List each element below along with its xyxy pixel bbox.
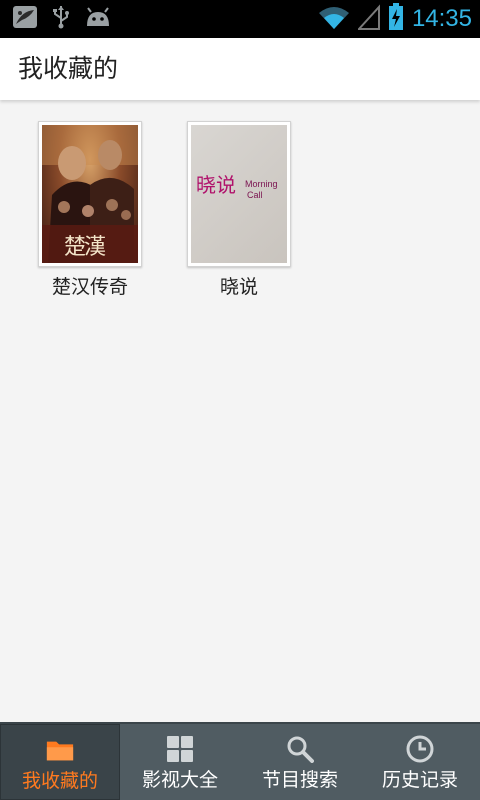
bottom-nav: 我收藏的 影视大全 节目搜索 历史记录 <box>0 722 480 800</box>
chuhan-poster: 楚漢 <box>42 125 138 263</box>
battery-charging-icon <box>388 3 404 35</box>
poster-subtitle: Morning <box>245 179 278 189</box>
favorite-item-chuhan[interactable]: 楚漢 楚汉传奇 <box>30 121 150 299</box>
tab-history[interactable]: 历史记录 <box>360 724 480 800</box>
clock: 14:35 <box>411 5 472 32</box>
screen: 14:35 我收藏的 楚漢 楚汉传奇 晓说 Morning Call 晓说 我收… <box>0 0 480 800</box>
poster-title: 楚漢 <box>64 235 106 260</box>
signal-icon <box>356 4 380 34</box>
status-bar: 14:35 <box>0 0 480 38</box>
favorite-title: 楚汉传奇 <box>51 276 128 298</box>
tab-label: 节目搜索 <box>261 769 338 791</box>
clock-icon <box>405 734 435 764</box>
poster-subtitle: Call <box>247 190 263 200</box>
tab-label: 历史记录 <box>381 769 458 791</box>
favorites-grid: 楚漢 楚汉传奇 晓说 Morning Call 晓说 <box>0 100 480 722</box>
poster-title: 晓说 <box>196 173 236 197</box>
tab-catalog[interactable]: 影视大全 <box>120 724 240 800</box>
tab-favorites[interactable]: 我收藏的 <box>0 724 120 800</box>
status-bar-system: 14:35 <box>318 3 472 35</box>
tab-search[interactable]: 节目搜索 <box>240 724 360 800</box>
favorite-title: 晓说 <box>219 276 258 298</box>
tab-label: 我收藏的 <box>21 770 98 792</box>
wifi-icon <box>318 4 350 34</box>
xiaoshuo-poster: 晓说 Morning Call <box>191 125 287 263</box>
poster-frame: 晓说 Morning Call <box>187 121 291 267</box>
page-title: 我收藏的 <box>18 54 119 83</box>
status-bar-notifications <box>12 6 112 32</box>
favorite-item-xiaoshuo[interactable]: 晓说 Morning Call 晓说 <box>179 121 299 299</box>
usb-icon <box>52 4 70 34</box>
android-debug-icon <box>84 6 112 32</box>
tab-label: 影视大全 <box>141 769 218 791</box>
app-notification-icon <box>12 5 38 33</box>
folder-icon <box>45 735 75 765</box>
search-icon <box>285 734 315 764</box>
poster-frame: 楚漢 <box>38 121 142 267</box>
grid-icon <box>165 734 195 764</box>
header: 我收藏的 <box>0 38 480 100</box>
